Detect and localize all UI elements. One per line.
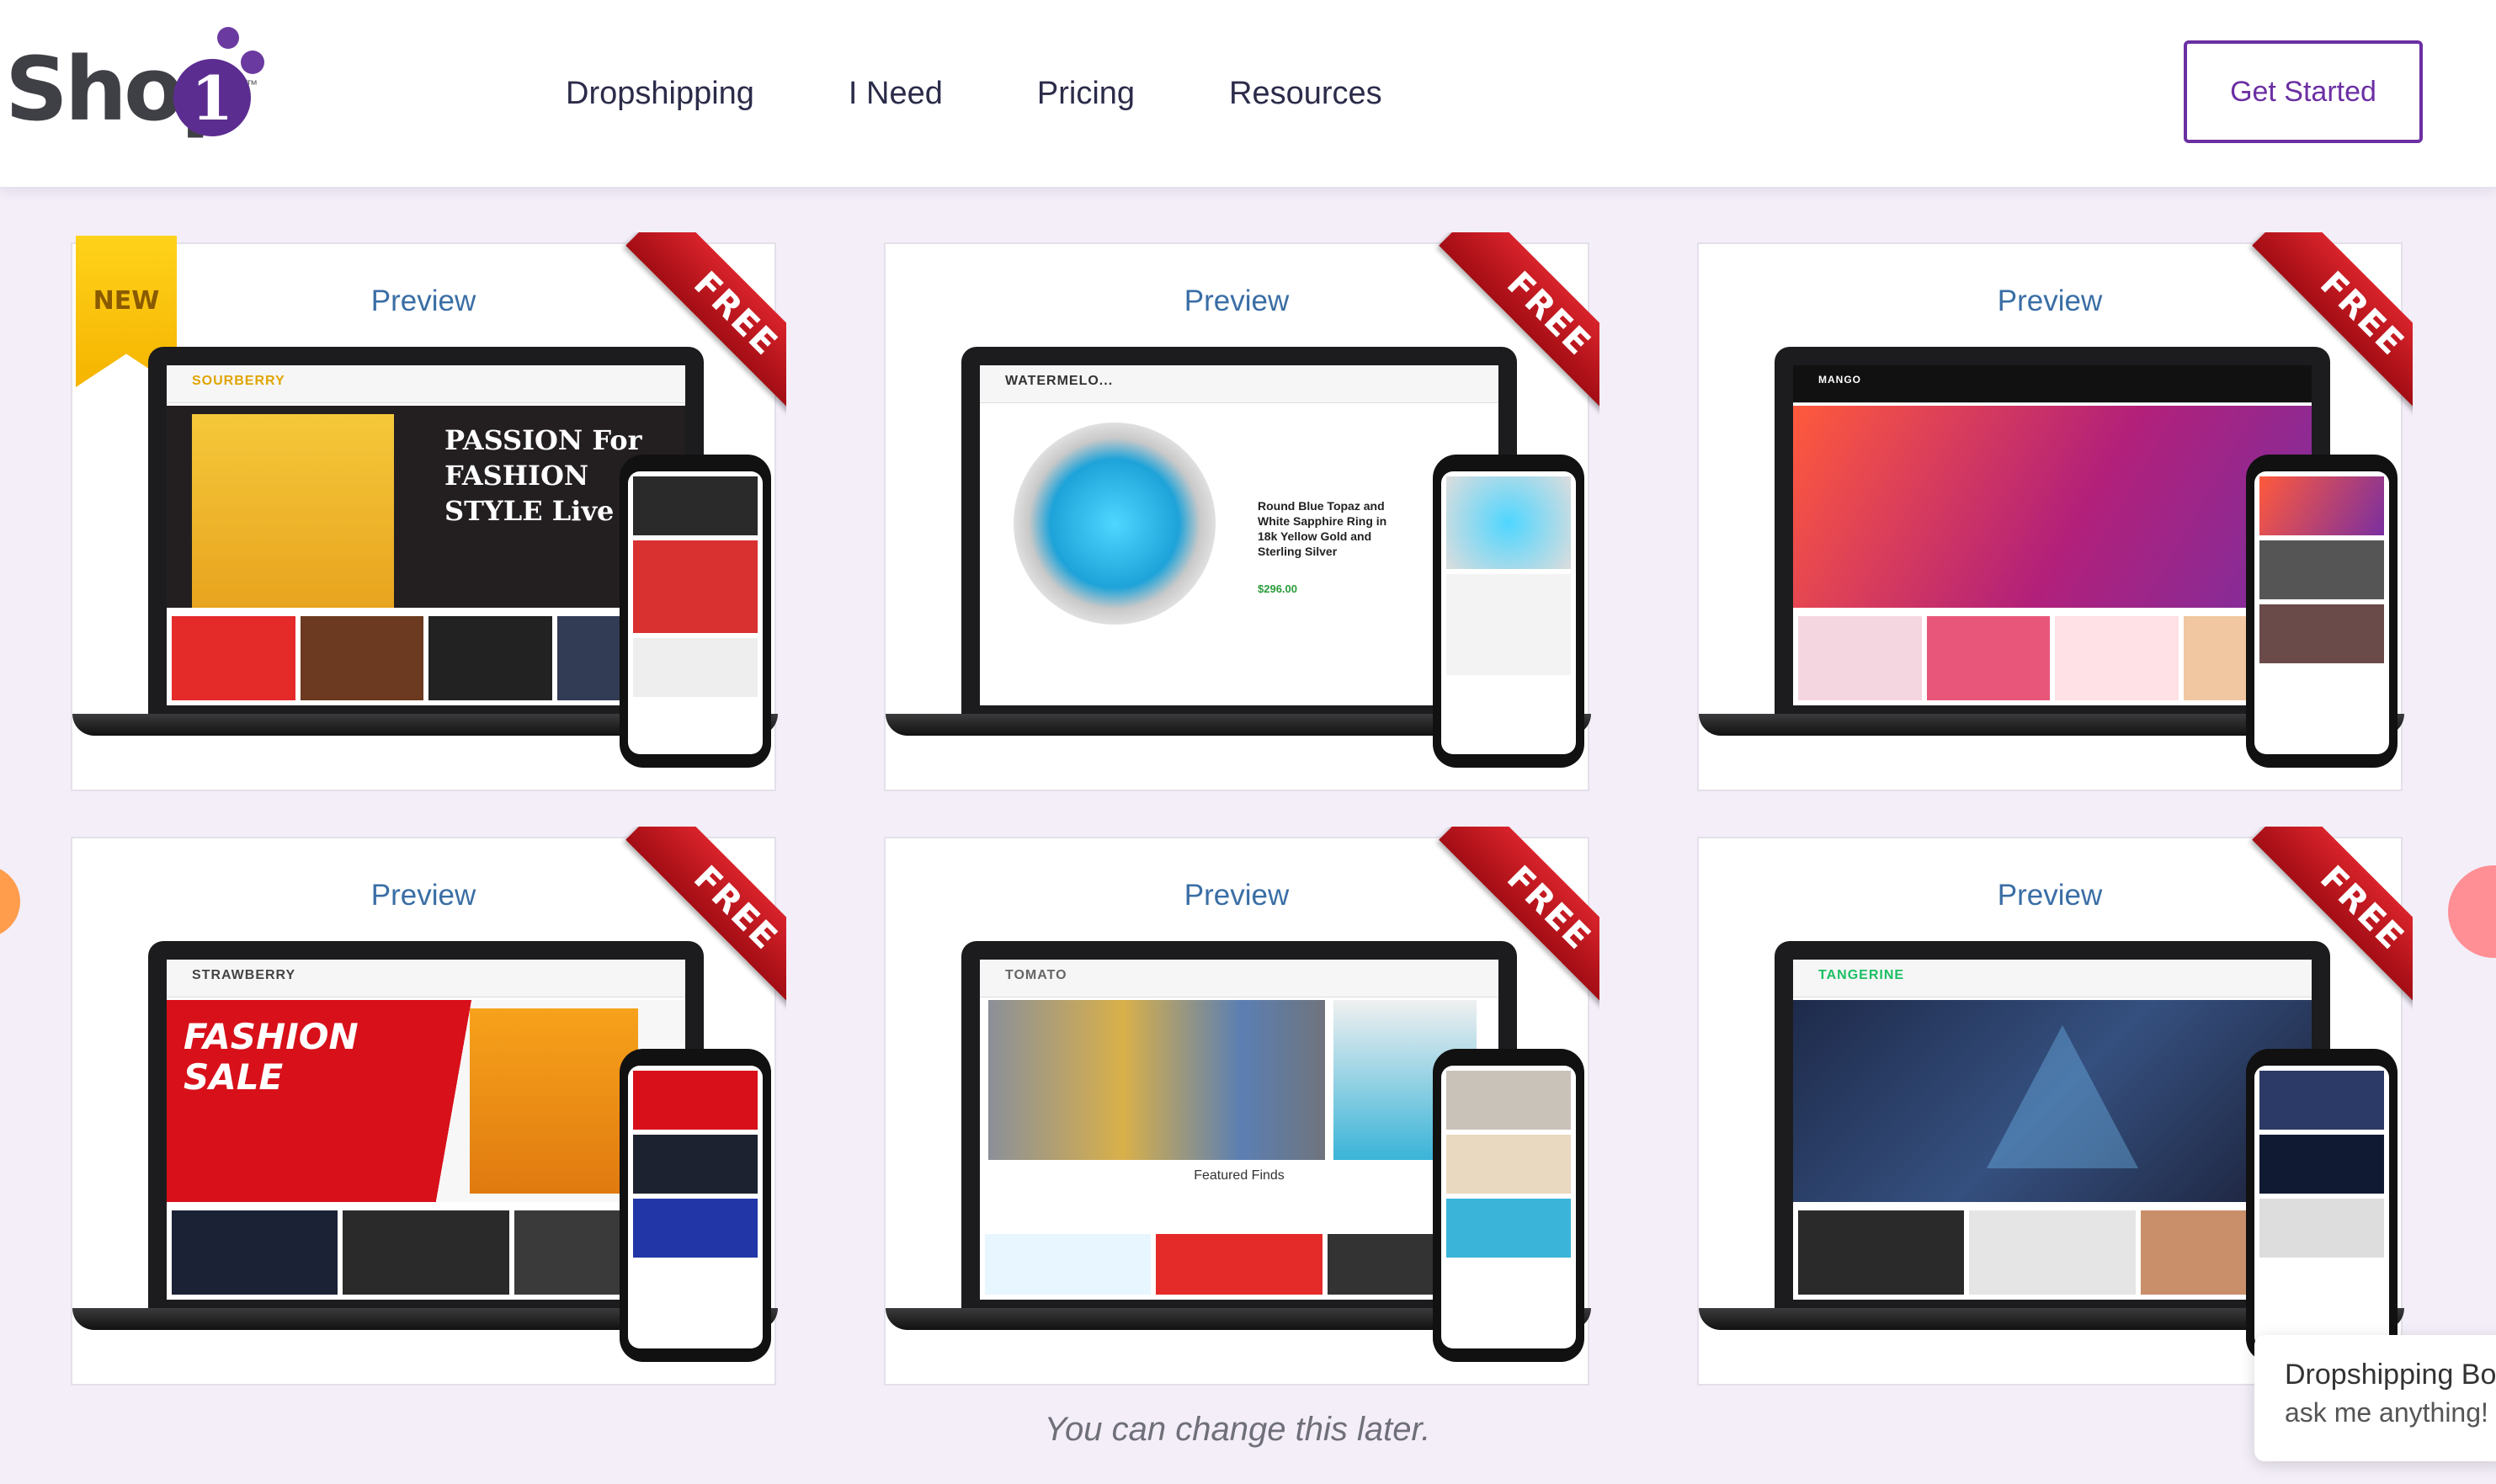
top-header: Shop 1 ™ Dropshipping I Need Pricing Res… xyxy=(0,0,2496,187)
phone-mockup xyxy=(2246,455,2398,768)
section-title: Featured Finds xyxy=(1194,1168,1285,1183)
theme-card[interactable]: Preview FREE TOMATO Featured Finds xyxy=(884,827,1599,1386)
nav-resources[interactable]: Resources xyxy=(1229,69,1382,118)
store-name: TANGERINE xyxy=(1818,968,1905,982)
phone-mockup xyxy=(1433,455,1584,768)
theme-card[interactable]: Preview FREE TANGERINE xyxy=(1697,827,2413,1386)
nav-dropshipping[interactable]: Dropshipping xyxy=(566,69,754,118)
chat-widget[interactable]: Dropshipping Bo ask me anything! xyxy=(2254,1335,2496,1461)
chat-title: Dropshipping Bo xyxy=(2285,1359,2496,1391)
product-title: Round Blue Topaz and White Sapphire Ring… xyxy=(1258,499,1387,558)
store-name: TOMATO xyxy=(1005,968,1067,982)
main-nav: Dropshipping I Need Pricing Resources xyxy=(566,69,1477,118)
theme-card[interactable]: Preview FREE MANGO xyxy=(1697,232,2413,791)
store-name: STRAWBERRY xyxy=(192,968,296,982)
phone-mockup xyxy=(1433,1049,1584,1362)
hero-text: FASHION SALE xyxy=(184,1016,359,1098)
logo-dot xyxy=(241,51,264,74)
shop1-logo[interactable]: Shop 1 ™ xyxy=(5,24,266,141)
theme-card[interactable]: Preview FREE STRAWBERRY FASHION SALE xyxy=(71,827,786,1386)
nav-i-need[interactable]: I Need xyxy=(849,69,943,118)
get-started-button[interactable]: Get Started xyxy=(2184,40,2423,143)
store-name: MANGO xyxy=(1818,374,1861,386)
carousel-next-button[interactable] xyxy=(2448,865,2496,958)
theme-card[interactable]: Preview FREE WATERMELO... Round Blue Top… xyxy=(884,232,1599,791)
theme-card[interactable]: NEW Preview FREE SOURBERRY PASSION For F… xyxy=(71,232,786,791)
logo-number-disc: 1 xyxy=(173,59,251,136)
logo-dot xyxy=(217,27,239,49)
logo-trademark: ™ xyxy=(246,77,258,91)
change-later-note: You can change this later. xyxy=(1044,1411,1431,1448)
phone-mockup xyxy=(620,455,771,768)
store-name: WATERMELO... xyxy=(1005,374,1114,388)
phone-mockup xyxy=(620,1049,771,1362)
chat-subtitle: ask me anything! xyxy=(2285,1397,2488,1428)
phone-mockup xyxy=(2246,1049,2398,1362)
nav-pricing[interactable]: Pricing xyxy=(1037,69,1135,118)
product-price: $296.00 xyxy=(1258,582,1297,595)
carousel-prev-button[interactable] xyxy=(0,865,20,938)
store-name: SOURBERRY xyxy=(192,374,285,388)
